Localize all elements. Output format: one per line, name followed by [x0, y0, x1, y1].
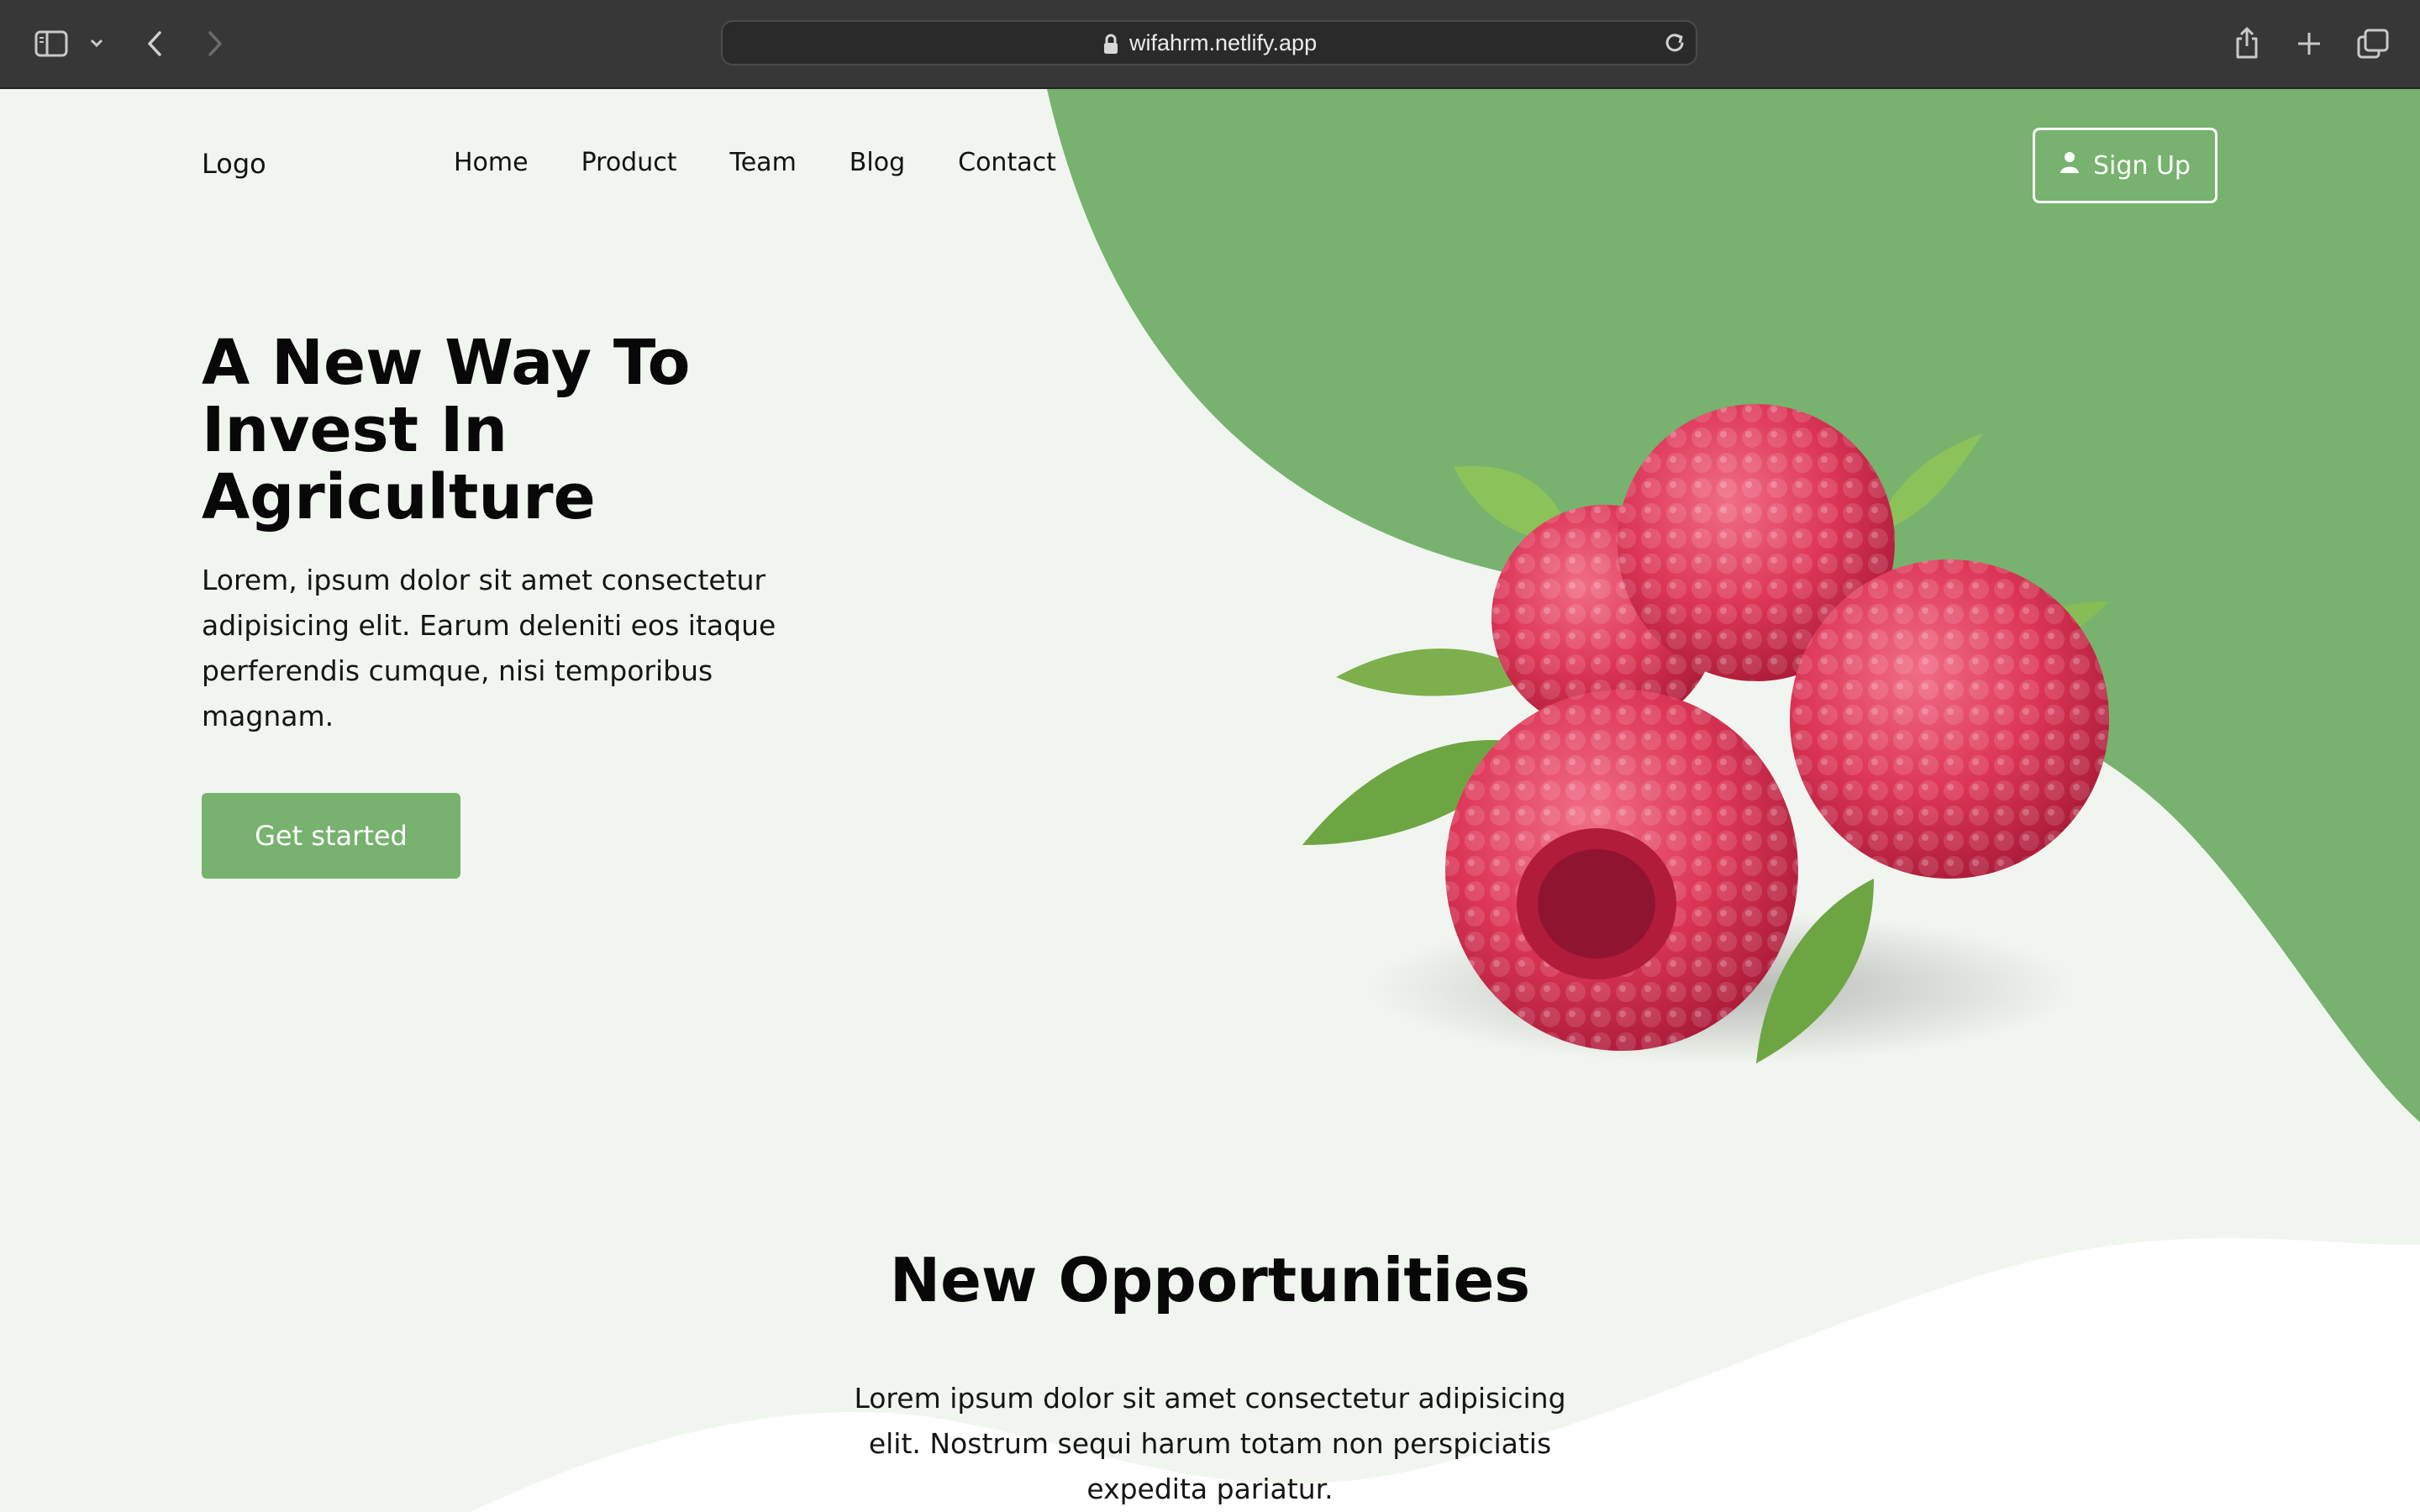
sidebar-icon[interactable]	[30, 25, 72, 62]
tabs-overview-icon[interactable]	[2354, 25, 2391, 62]
hero-text: Lorem, ipsum dolor sit amet consectetur …	[202, 564, 776, 732]
browser-toolbar: wifahrm.netlify.app	[0, 0, 2420, 89]
sign-up-label: Sign Up	[2093, 150, 2191, 181]
nav-blog[interactable]: Blog	[850, 148, 905, 177]
hero-title: A New Way To Invest In Agriculture	[202, 327, 691, 533]
get-started-button[interactable]: Get started	[202, 793, 460, 879]
share-icon[interactable]	[2230, 22, 2264, 64]
lock-icon	[1102, 34, 1119, 59]
reload-icon[interactable]	[1662, 30, 1687, 59]
back-icon[interactable]	[138, 25, 171, 62]
section-title: New Opportunities	[889, 1245, 1531, 1315]
site-logo[interactable]: Logo	[202, 148, 266, 180]
chevron-down-icon[interactable]	[84, 30, 109, 55]
nav-home[interactable]: Home	[454, 148, 529, 177]
nav-product[interactable]: Product	[581, 148, 677, 177]
nav-contact[interactable]: Contact	[958, 148, 1056, 177]
section-text: Lorem ipsum dolor sit amet consectetur a…	[854, 1382, 1566, 1505]
nav-team[interactable]: Team	[730, 148, 797, 177]
raspberries-image	[1302, 404, 2109, 1063]
main-nav: Home Product Team Blog Contact	[454, 148, 1056, 177]
address-bar[interactable]: wifahrm.netlify.app	[721, 20, 1697, 66]
forward-icon[interactable]	[198, 25, 232, 62]
user-icon	[2060, 150, 2080, 181]
webpage: Logo Home Product Team Blog Contact Sign…	[0, 89, 2420, 1512]
url-text: wifahrm.netlify.app	[1129, 30, 1318, 55]
new-tab-icon[interactable]	[2292, 25, 2326, 62]
sign-up-button[interactable]: Sign Up	[2033, 128, 2217, 203]
